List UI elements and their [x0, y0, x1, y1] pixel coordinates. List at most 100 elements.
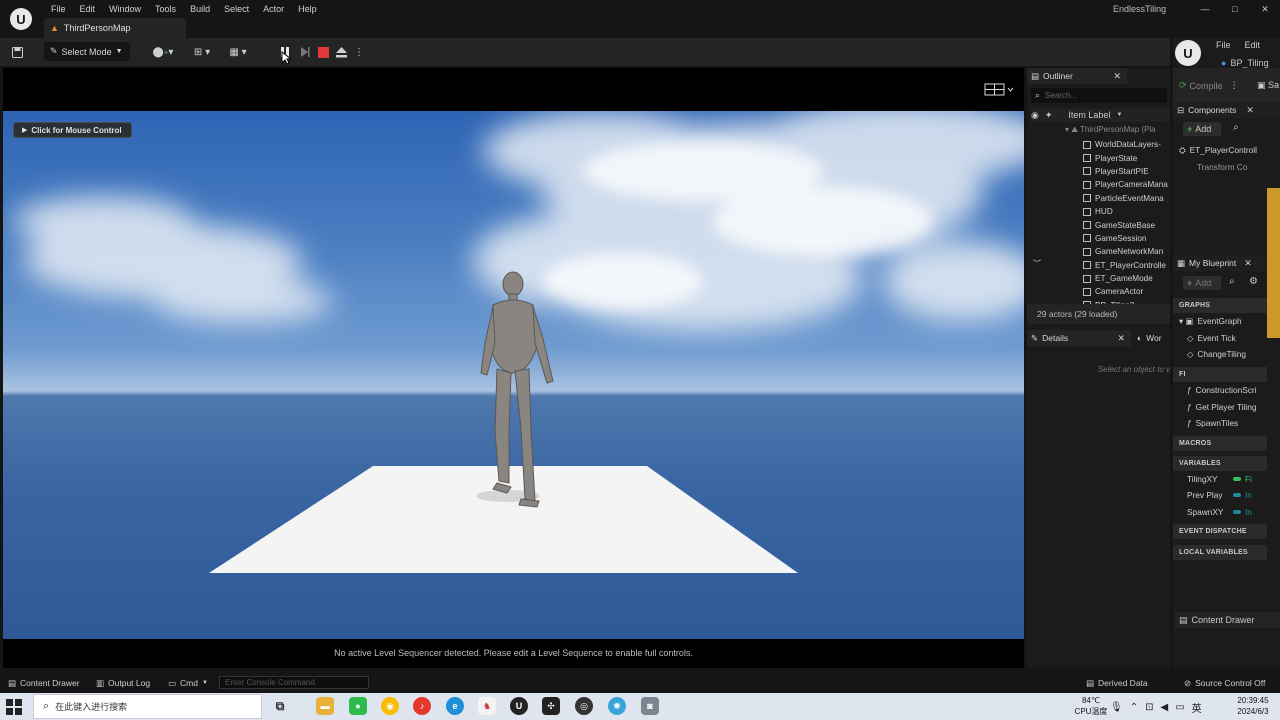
- menu-item[interactable]: Select: [217, 2, 256, 16]
- close-icon[interactable]: ✕: [1246, 105, 1254, 116]
- tab-outliner[interactable]: ▤ Outliner ✕: [1027, 68, 1127, 84]
- section-variables[interactable]: VARIABLES: [1173, 455, 1267, 471]
- tab-components[interactable]: ⊟ Components ✕: [1173, 102, 1280, 118]
- save-icon[interactable]: [10, 44, 24, 60]
- tab-details[interactable]: ✎ Details ✕: [1027, 330, 1131, 346]
- network-icon[interactable]: ⊡: [1145, 702, 1153, 713]
- viewport-layout-icon[interactable]: [984, 82, 1014, 96]
- clock[interactable]: 20:39:45 2024/6/3: [1230, 695, 1276, 717]
- graph-eventgraph[interactable]: ▾ ▣ EventGraph: [1173, 313, 1267, 330]
- taskbar-search-input[interactable]: 在此键入进行搜索: [55, 700, 127, 713]
- outliner-item[interactable]: GameStateBase: [1027, 218, 1170, 231]
- outliner-item[interactable]: ParticleEventMana: [1027, 192, 1170, 205]
- bp-menu-edit[interactable]: Edit: [1245, 40, 1261, 50]
- app-icon[interactable]: ◙: [641, 697, 659, 715]
- outliner-item[interactable]: ET_GameMode: [1027, 272, 1170, 285]
- close-icon[interactable]: ✕: [1113, 71, 1121, 82]
- app-icon[interactable]: ✺: [608, 697, 626, 715]
- cmd-dropdown[interactable]: ▭ Cmd ▼: [168, 678, 208, 689]
- outliner-item[interactable]: ET_PlayerControlle: [1027, 259, 1170, 272]
- menu-item[interactable]: Edit: [73, 2, 103, 16]
- game-app-icon[interactable]: ♞: [478, 697, 496, 715]
- select-mode-dropdown[interactable]: ✎ Select Mode ▼: [44, 42, 130, 61]
- outliner-root[interactable]: ▾ ⛰ ThirdPersonMap (Pla: [1065, 125, 1156, 135]
- section-event-dispatchers[interactable]: EVENT DISPATCHE: [1173, 524, 1267, 540]
- close-icon[interactable]: ✕: [1250, 2, 1280, 16]
- outliner-item[interactable]: WorldDataLayers-: [1027, 138, 1170, 151]
- eject-icon[interactable]: [334, 44, 348, 60]
- obs-icon[interactable]: ◎: [575, 697, 593, 715]
- ime-indicator[interactable]: 英: [1192, 700, 1202, 715]
- maximize-icon[interactable]: □: [1220, 2, 1250, 16]
- taskbar-search[interactable]: ⌕ 在此键入进行搜索: [33, 694, 262, 719]
- menu-item[interactable]: File: [44, 2, 73, 16]
- pin-icon[interactable]: ✦: [1045, 110, 1053, 121]
- collapse-icon[interactable]: ︶: [1033, 258, 1041, 269]
- minimize-icon[interactable]: —: [1190, 2, 1220, 16]
- step-frame-icon[interactable]: [298, 44, 312, 60]
- outliner-item[interactable]: PlayerStartPIE: [1027, 165, 1170, 178]
- add-component-button[interactable]: + Add: [1183, 122, 1221, 136]
- mouse-control-button[interactable]: ▶ Click for Mouse Control: [13, 122, 132, 138]
- menu-item[interactable]: Help: [291, 2, 324, 16]
- derived-data-button[interactable]: ▤ Derived Data: [1086, 678, 1148, 689]
- file-explorer-icon[interactable]: ▬: [316, 697, 334, 715]
- more-options-icon[interactable]: ⋮: [354, 44, 364, 60]
- section-macros[interactable]: MACROS: [1173, 435, 1267, 451]
- eye-icon[interactable]: ◉: [1031, 110, 1039, 121]
- outliner-item[interactable]: CameraActor: [1027, 285, 1170, 298]
- bp-content-drawer-button[interactable]: ▤ Content Drawer: [1175, 612, 1280, 628]
- battery-icon[interactable]: ▭: [1175, 702, 1184, 713]
- microphone-icon[interactable]: 🎙: [1110, 702, 1123, 713]
- task-view-icon[interactable]: ⧉: [271, 697, 289, 715]
- wechat-icon[interactable]: ●: [349, 697, 367, 715]
- outliner-item[interactable]: GameNetworkMan: [1027, 245, 1170, 258]
- search-icon[interactable]: ⌕: [1229, 276, 1235, 287]
- app-icon[interactable]: ✣: [542, 697, 560, 715]
- close-icon[interactable]: ✕: [1117, 333, 1125, 344]
- section-graphs[interactable]: GRAPHS: [1173, 298, 1267, 313]
- windows-start-icon[interactable]: [6, 699, 22, 717]
- unreal-logo-icon[interactable]: U: [1175, 40, 1201, 66]
- edge-icon[interactable]: e: [446, 697, 464, 715]
- compile-button[interactable]: ⟳ Compile ⋮: [1179, 80, 1239, 91]
- menu-item[interactable]: Window: [102, 2, 148, 16]
- column-item-label[interactable]: Item Label: [1068, 110, 1110, 120]
- save-icon[interactable]: ▣ Sa: [1257, 80, 1279, 91]
- section-local-variables[interactable]: LOCAL VARIABLES: [1173, 545, 1267, 561]
- outliner-item[interactable]: PlayerCameraMana: [1027, 178, 1170, 191]
- source-control-button[interactable]: ⊘ Source Control Off: [1184, 678, 1265, 689]
- tab-world-settings[interactable]: ◐ Wor: [1133, 330, 1170, 346]
- add-actor-icon[interactable]: ⬤ + ▾: [150, 44, 176, 60]
- menu-item[interactable]: Actor: [256, 2, 291, 16]
- volume-icon[interactable]: ◀: [1160, 702, 1168, 713]
- tab-my-blueprint[interactable]: ▦ My Blueprint ✕: [1173, 255, 1267, 271]
- menu-item[interactable]: Tools: [148, 2, 183, 16]
- gear-icon[interactable]: ⚙: [1249, 276, 1258, 287]
- tab-third-person-map[interactable]: ▲ ThirdPersonMap: [44, 18, 186, 38]
- close-icon[interactable]: ✕: [1244, 258, 1252, 269]
- content-drawer-button[interactable]: ▤ Content Drawer: [8, 678, 80, 689]
- level-viewport[interactable]: ▶ Click for Mouse Control No active Leve…: [3, 68, 1024, 668]
- section-functions[interactable]: FI: [1173, 366, 1267, 382]
- output-log-button[interactable]: ▥ Output Log: [96, 678, 150, 689]
- add-member-button[interactable]: + Add: [1183, 276, 1221, 290]
- bp-menu-file[interactable]: File: [1216, 40, 1231, 50]
- outliner-item[interactable]: HUD: [1027, 205, 1170, 218]
- menu-item[interactable]: Build: [183, 2, 217, 16]
- game-scene[interactable]: [3, 111, 1024, 639]
- chrome-icon[interactable]: ◉: [381, 697, 399, 715]
- outliner-search[interactable]: ⌕ Search...: [1031, 88, 1167, 103]
- netease-music-icon[interactable]: ♪: [413, 697, 431, 715]
- component-root[interactable]: ⛭ ET_PlayerControll: [1173, 142, 1280, 159]
- unreal-taskbar-icon[interactable]: U: [510, 697, 528, 715]
- console-input[interactable]: Enter Console Command: [219, 676, 369, 689]
- cinematics-icon[interactable]: ▦ ▾: [226, 44, 250, 60]
- graph-event-tick[interactable]: ◇ Event Tick: [1173, 330, 1267, 347]
- outliner-item[interactable]: GameSession: [1027, 232, 1170, 245]
- stop-icon[interactable]: [316, 44, 330, 60]
- variable-item[interactable]: Prev Play In: [1173, 487, 1267, 504]
- function-spawn-tiles[interactable]: ƒ SpawnTiles: [1173, 415, 1267, 432]
- search-icon[interactable]: ⌕: [1233, 122, 1239, 133]
- function-get-player-tiling[interactable]: ƒ Get Player Tiling: [1173, 398, 1267, 415]
